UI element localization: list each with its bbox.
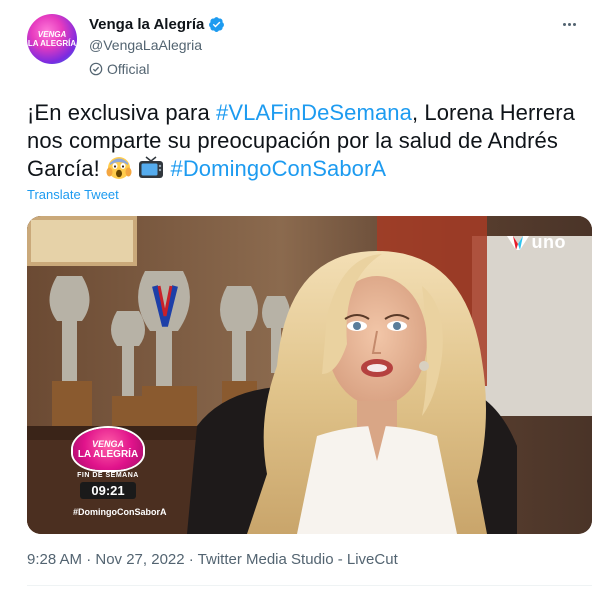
more-dot-icon bbox=[572, 22, 576, 26]
official-check-circle-icon bbox=[89, 62, 103, 76]
show-logo-text-1: VENGA bbox=[91, 438, 124, 449]
channel-logo-text: uno bbox=[531, 232, 566, 252]
more-dot-icon bbox=[562, 22, 566, 26]
show-logo-badge: VENGA LA ALEGRÍA bbox=[73, 428, 143, 470]
overlay-hashtag: #DomingoConSaborA bbox=[73, 507, 167, 517]
show-logo-text-2: LA ALEGRÍA bbox=[77, 448, 139, 460]
verified-badge-icon bbox=[209, 17, 225, 32]
show-logo: VENGA LA ALEGRÍA FIN DE SEMANA 09:21 bbox=[67, 428, 149, 499]
avatar-text-1: VENGA bbox=[37, 30, 67, 39]
hashtag-link[interactable]: #DomingoConSaborA bbox=[170, 156, 386, 181]
hashtag-link[interactable]: #VLAFinDeSemana bbox=[216, 100, 412, 125]
channel-logo: uno bbox=[506, 232, 567, 253]
author-name-row: Venga la Alegría bbox=[89, 16, 225, 33]
tweet-text: ¡En exclusiva para #VLAFinDeSemana, Lore… bbox=[27, 99, 587, 183]
display-name[interactable]: Venga la Alegría bbox=[89, 16, 204, 33]
face-screaming-in-fear-icon bbox=[106, 157, 132, 179]
tweet-text-part: ¡En exclusiva para bbox=[27, 100, 216, 125]
avatar[interactable]: VENGA LA ALEGRÍA bbox=[27, 14, 77, 64]
tv-icon bbox=[139, 156, 164, 178]
divider bbox=[27, 585, 592, 586]
official-label: Official bbox=[107, 61, 150, 77]
overlay-clock: 09:21 bbox=[80, 482, 136, 499]
more-options-button[interactable] bbox=[556, 14, 582, 34]
tweet-meta[interactable]: 9:28 AM · Nov 27, 2022 · Twitter Media S… bbox=[27, 551, 398, 568]
tweet-video[interactable]: uno VENGA LA ALEGRÍA FIN DE SEMANA 09:21… bbox=[27, 216, 592, 534]
channel-logo-icon bbox=[506, 235, 529, 250]
more-dot-icon bbox=[567, 22, 571, 26]
avatar-text-2: LA ALEGRÍA bbox=[27, 39, 77, 48]
show-logo-subtitle: FIN DE SEMANA bbox=[77, 472, 139, 479]
author-handle[interactable]: @VengaLaAlegria bbox=[89, 37, 202, 53]
translate-tweet-link[interactable]: Translate Tweet bbox=[27, 187, 119, 202]
official-label-row: Official bbox=[89, 61, 150, 77]
